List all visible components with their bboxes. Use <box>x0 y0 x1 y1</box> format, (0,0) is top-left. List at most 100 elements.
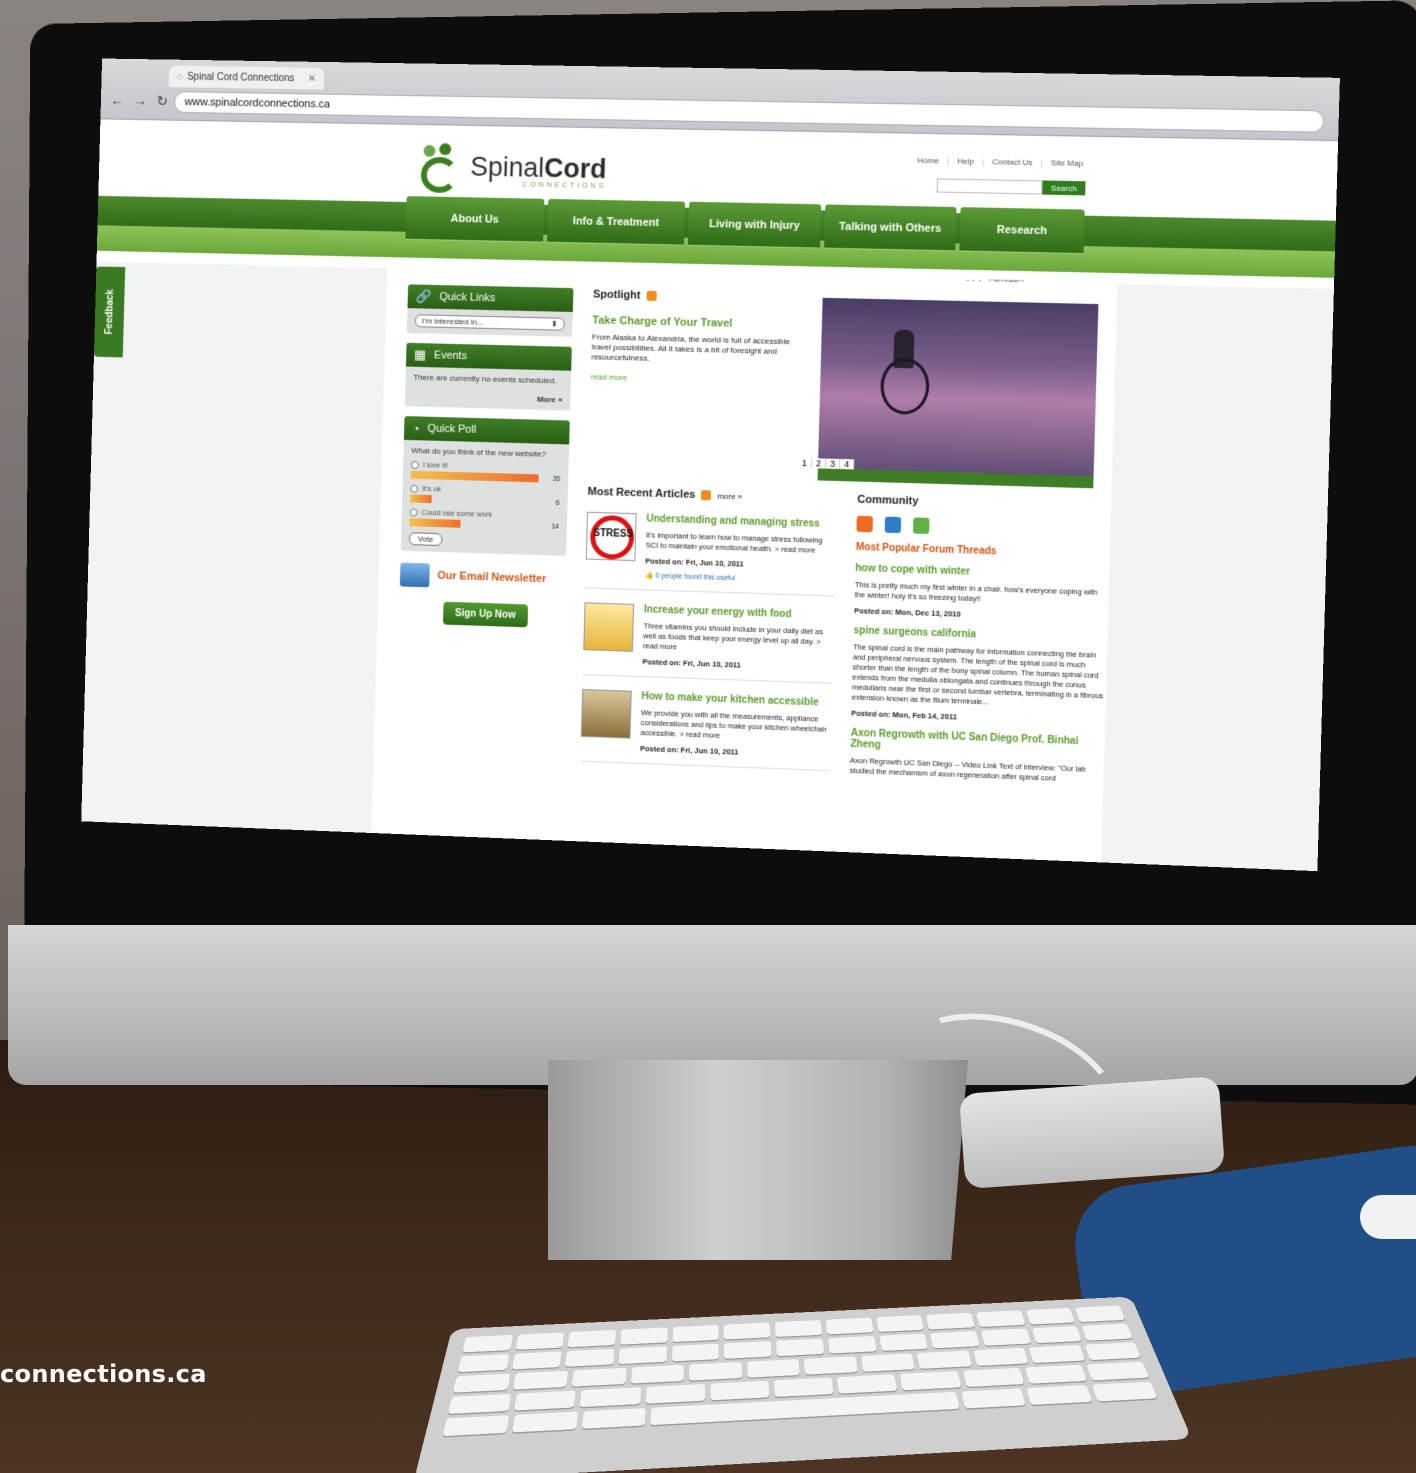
poll-title: Quick Poll <box>427 422 477 436</box>
poll-count: 14 <box>551 523 560 531</box>
site-search: Search <box>936 178 1086 196</box>
thread-title[interactable]: Axon Regrowth with UC San Diego Prof. Bi… <box>850 728 1104 760</box>
community-section: Community Most Popular Forum Threads how… <box>850 494 1112 786</box>
nav-about-us[interactable]: About Us <box>405 196 545 243</box>
left-column: 🔗 Quick Links I'm interested in... ⬍ ▦ Even… <box>399 284 574 628</box>
thread-date: Posted on: Mon, Dec 13, 2010 <box>854 606 961 619</box>
thread-title[interactable]: how to cope with winter <box>855 563 1109 582</box>
thread-date: Posted on: Mon, Feb 14, 2011 <box>851 708 958 722</box>
article-text: It's important to learn how to manage st… <box>645 530 823 555</box>
poll-radio-1[interactable] <box>410 460 419 469</box>
caption-text: connections.ca <box>0 1360 207 1388</box>
external-drive <box>959 1076 1225 1189</box>
events-widget: ▦ Events There are currently no events sc… <box>404 342 572 411</box>
forum-thread: how to cope with winter This is pretty m… <box>854 563 1109 624</box>
blog-icon[interactable] <box>856 515 873 533</box>
community-heading: Community <box>857 493 919 508</box>
article-title[interactable]: Increase your energy with food <box>644 604 834 621</box>
nav-research[interactable]: Research <box>959 207 1085 255</box>
forward-icon[interactable]: → <box>133 92 147 109</box>
site-logo[interactable]: SpinalCord CONNECTIONS <box>418 143 607 198</box>
chevron-down-icon: ⬍ <box>550 319 558 329</box>
mouse <box>1360 1195 1416 1239</box>
tab-title: Spinal Cord Connections <box>187 71 295 84</box>
link-icon: 🔗 <box>415 288 432 304</box>
link-sitemap[interactable]: Site Map <box>1051 158 1083 168</box>
useful-count: 0 people found this useful <box>655 572 736 583</box>
thread-title[interactable]: spine surgeons california <box>853 625 1107 645</box>
spotlight-read-more[interactable]: read more <box>591 372 791 386</box>
poll-bar <box>410 470 539 483</box>
thread-text: Axon Regrowth UC San Diego -- Video Link… <box>849 755 1086 783</box>
spotlight-title[interactable]: Take Charge of Your Travel <box>592 314 792 331</box>
recent-articles: Most Recent Articles more » STRESS Unders… <box>580 486 837 772</box>
article-item: How to make your kitchen accessible We p… <box>580 675 832 772</box>
calendar-icon: ▦ <box>413 346 427 363</box>
page-viewport: SpinalCord CONNECTIONS Home | Help | Conta… <box>81 119 1339 872</box>
article-date: Posted on: Fri, Jun 10, 2011 <box>639 743 739 757</box>
browser-window: ◌ Spinal Cord Connections ✕ ← → ↻ www.sp… <box>81 58 1340 872</box>
kitchen-thumbnail[interactable] <box>580 688 632 739</box>
poll-option-label: It's ok <box>422 483 442 494</box>
nav-talking-with-others[interactable]: Talking with Others <box>824 204 957 252</box>
article-date: Posted on: Fri, Jun 10, 2011 <box>645 556 744 569</box>
article-title[interactable]: How to make your kitchen accessible <box>641 691 831 709</box>
food-thumbnail[interactable] <box>583 602 635 652</box>
reload-icon[interactable]: ↻ <box>156 93 169 110</box>
link-home[interactable]: Home <box>917 156 939 165</box>
close-tab-icon[interactable]: ✕ <box>308 73 316 84</box>
article-item: Increase your energy with food Three vit… <box>582 588 835 684</box>
spotlight-heading: Spotlight <box>592 288 641 302</box>
thread-text: This is pretty much my first winter in a… <box>854 580 1098 604</box>
help-icon[interactable] <box>884 516 902 534</box>
desk-scene: connections.ca ◌ Spinal Cord Connections… <box>0 0 1416 1473</box>
thumbs-up-icon[interactable]: 👍 <box>645 572 654 579</box>
newsletter-title[interactable]: Our Email Newsletter <box>437 570 546 585</box>
slide-4[interactable]: 4 <box>840 458 855 470</box>
nav-living-with-injury[interactable]: Living with Injury <box>687 201 822 249</box>
quick-poll-widget: ◔ Quick Poll What do you think of the new… <box>400 416 570 556</box>
back-icon[interactable]: ← <box>110 92 124 109</box>
article-date: Posted on: Fri, Jun 10, 2011 <box>642 657 742 670</box>
poll-radio-3[interactable] <box>409 507 418 517</box>
sign-up-button[interactable]: Sign Up Now <box>442 601 528 628</box>
slide-2[interactable]: 2 <box>811 458 827 469</box>
search-button[interactable]: Search <box>1042 180 1086 196</box>
forum-thread: Axon Regrowth with UC San Diego Prof. Bi… <box>850 728 1105 786</box>
article-item: STRESS Understanding and managing stress… <box>584 497 837 597</box>
poll-bar <box>409 494 432 504</box>
forum-icon[interactable] <box>912 517 930 535</box>
link-help[interactable]: Help <box>957 157 974 166</box>
link-contact[interactable]: Contact Us <box>992 157 1033 167</box>
poll-bar <box>409 518 461 528</box>
quick-links-title: Quick Links <box>439 291 496 305</box>
rss-icon[interactable] <box>701 490 712 501</box>
rss-icon[interactable] <box>646 290 657 301</box>
poll-count: 6 <box>555 499 560 507</box>
feedback-tab[interactable]: Feedback <box>93 266 126 358</box>
newsletter-block: Our Email Newsletter <box>399 562 566 592</box>
poll-radio-2[interactable] <box>410 484 419 493</box>
article-title[interactable]: Understanding and managing stress <box>646 513 836 530</box>
slide-1[interactable]: 1 <box>797 457 813 469</box>
nav-info-treatment[interactable]: Info & Treatment <box>547 198 686 246</box>
spotlight-image[interactable] <box>817 297 1099 485</box>
pie-chart-icon: ◔ <box>411 420 420 436</box>
recent-more-link[interactable]: more » <box>717 491 742 501</box>
logo-mark-icon <box>418 143 463 195</box>
thread-text: The spinal cord is the main pathway for … <box>851 642 1104 707</box>
slider-pager: 1 2 3 4 <box>797 457 855 470</box>
vote-button[interactable]: Vote <box>408 532 443 547</box>
events-more-link[interactable]: More » <box>413 392 563 405</box>
events-text: There are currently no events scheduled. <box>413 372 557 386</box>
poll-count: 35 <box>552 475 561 483</box>
search-input[interactable] <box>936 178 1043 195</box>
slide-3[interactable]: 3 <box>825 458 841 470</box>
interest-select[interactable]: I'm interested in... ⬍ <box>414 314 565 331</box>
browser-tab[interactable]: ◌ Spinal Cord Connections ✕ <box>168 65 325 90</box>
stress-thumbnail[interactable]: STRESS <box>585 511 637 562</box>
url-text: www.spinalcordconnections.ca <box>184 96 331 111</box>
forum-thread: spine surgeons california The spinal cor… <box>851 625 1107 727</box>
events-title: Events <box>433 349 468 363</box>
popular-threads-heading: Most Popular Forum Threads <box>855 541 997 558</box>
